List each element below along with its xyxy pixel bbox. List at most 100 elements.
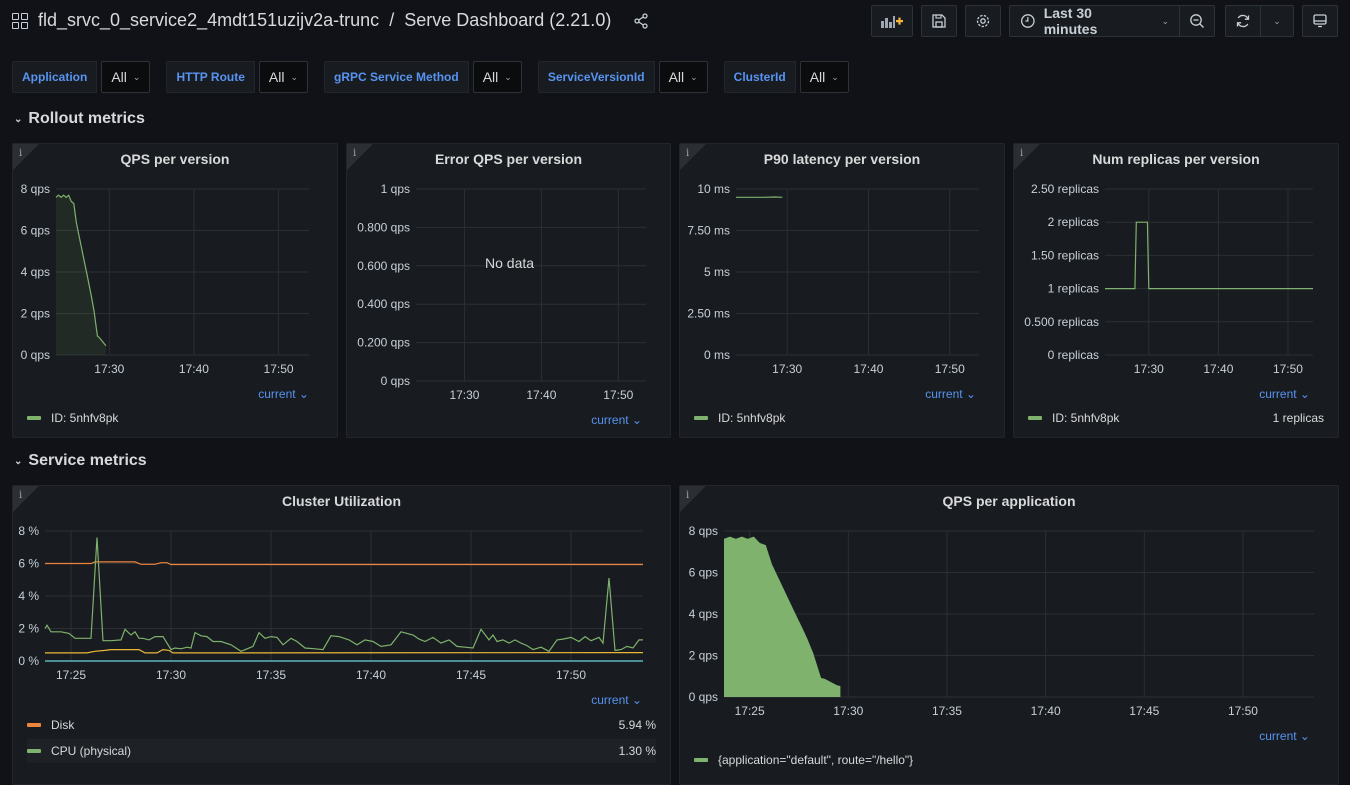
y-tick-label: 8 qps xyxy=(21,182,50,196)
legend-label: ID: 5nhfv8pk xyxy=(718,411,785,425)
row-title: Service metrics xyxy=(28,452,146,470)
legend-swatch xyxy=(27,749,41,753)
legend-value: 5.94 % xyxy=(619,718,656,732)
y-tick-label: 4 % xyxy=(18,589,39,603)
y-tick-label: 0 ms xyxy=(704,348,730,362)
x-tick-label: 17:25 xyxy=(735,704,765,718)
chevron-down-icon: ⌄ xyxy=(133,72,141,83)
panel-error-qps-per-version: iError QPS per version0 qps0.200 qps0.40… xyxy=(346,143,671,438)
settings-icon xyxy=(975,13,991,29)
y-tick-label: 0 qps xyxy=(689,690,718,704)
y-tick-label: 6 % xyxy=(18,557,39,571)
panel-num-replicas-per-version: iNum replicas per version0 replicas0.500… xyxy=(1013,143,1339,438)
filter-value: All xyxy=(669,69,685,85)
legend-swatch xyxy=(27,416,41,420)
filter-select[interactable]: All⌄ xyxy=(800,61,849,93)
filter-select[interactable]: All ⌄ xyxy=(101,61,150,93)
legend-sort-toggle[interactable]: current ⌄ xyxy=(1259,729,1310,743)
dashboard-title[interactable]: Serve Dashboard (2.21.0) xyxy=(404,10,611,31)
filter-http-route: HTTP Route All⌄ xyxy=(166,61,308,93)
y-tick-label: 7.50 ms xyxy=(687,224,730,238)
breadcrumb: fld_srvc_0_service2_4mdt151uzijv2a-trunc… xyxy=(12,10,649,31)
filter-label: ServiceVersionId xyxy=(538,61,655,93)
filter-value: All xyxy=(269,69,285,85)
chevron-down-icon: ⌄ xyxy=(1273,16,1281,27)
x-tick-label: 17:35 xyxy=(256,668,286,682)
legend-item[interactable]: CPU (physical)1.30 % xyxy=(27,739,656,763)
y-tick-label: 2 qps xyxy=(689,649,718,663)
y-tick-label: 2.50 replicas xyxy=(1031,182,1099,196)
refresh-button[interactable] xyxy=(1225,5,1261,37)
row-rollout-metrics[interactable]: ⌄ Rollout metrics xyxy=(14,110,145,128)
y-tick-label: 10 ms xyxy=(697,182,730,196)
x-tick-label: 17:30 xyxy=(1134,362,1164,376)
zoom-out-button[interactable] xyxy=(1179,5,1215,37)
y-tick-label: 4 qps xyxy=(689,607,718,621)
x-tick-label: 17:25 xyxy=(56,668,86,682)
chart-svg: 0 qps2 qps4 qps6 qps8 qps17:2517:3017:35… xyxy=(680,486,1339,785)
x-tick-label: 17:40 xyxy=(1203,362,1233,376)
legend-sort-toggle[interactable]: current ⌄ xyxy=(925,387,976,401)
x-tick-label: 17:30 xyxy=(94,362,124,376)
add-panel-icon xyxy=(880,13,904,29)
x-tick-label: 17:50 xyxy=(556,668,586,682)
legend-item[interactable]: ID: 5nhfv8pk xyxy=(27,406,323,430)
series-line xyxy=(45,538,643,652)
filter-label: gRPC Service Method xyxy=(324,61,469,93)
settings-button[interactable] xyxy=(965,5,1001,37)
folder-link[interactable]: fld_srvc_0_service2_4mdt151uzijv2a-trunc xyxy=(38,10,379,31)
time-range-picker[interactable]: Last 30 minutes ⌄ xyxy=(1009,5,1180,37)
refresh-interval-dropdown[interactable]: ⌄ xyxy=(1260,5,1294,37)
tv-mode-button[interactable] xyxy=(1302,5,1338,37)
legend-sort-toggle[interactable]: current ⌄ xyxy=(591,413,642,427)
x-tick-label: 17:40 xyxy=(179,362,209,376)
row-service-metrics[interactable]: ⌄ Service metrics xyxy=(14,452,147,470)
legend-swatch xyxy=(27,723,41,727)
x-tick-label: 17:50 xyxy=(1273,362,1303,376)
share-icon[interactable] xyxy=(633,13,649,29)
chevron-down-icon: ⌄ xyxy=(14,114,22,125)
x-tick-label: 17:50 xyxy=(603,388,633,402)
legend-swatch xyxy=(694,416,708,420)
filter-select[interactable]: All ⌄ xyxy=(473,61,522,93)
y-tick-label: 0.500 replicas xyxy=(1024,315,1099,329)
breadcrumb-separator: / xyxy=(389,10,394,31)
y-tick-label: 0.400 qps xyxy=(357,297,410,311)
legend-swatch xyxy=(1028,416,1042,420)
legend-item[interactable]: Disk5.94 % xyxy=(27,713,656,737)
legend-label: CPU (physical) xyxy=(51,744,131,758)
y-tick-label: 6 qps xyxy=(689,566,718,580)
y-tick-label: 2 qps xyxy=(21,307,50,321)
filter-select[interactable]: All⌄ xyxy=(259,61,308,93)
add-panel-button[interactable] xyxy=(871,5,913,37)
chevron-down-icon: ⌄ xyxy=(504,72,512,83)
legend-sort-toggle[interactable]: current ⌄ xyxy=(591,693,642,707)
legend-item[interactable]: ID: 5nhfv8pk xyxy=(694,406,990,430)
top-bar: fld_srvc_0_service2_4mdt151uzijv2a-trunc… xyxy=(0,0,1350,44)
no-data-message: No data xyxy=(485,255,534,271)
x-tick-label: 17:45 xyxy=(456,668,486,682)
grid-icon[interactable] xyxy=(12,13,28,29)
variable-filters: Application All ⌄ HTTP Route All⌄ gRPC Se… xyxy=(12,61,865,93)
filter-value: All xyxy=(111,69,127,85)
legend-item[interactable]: ID: 5nhfv8pk1 replicas xyxy=(1028,406,1324,430)
filter-select[interactable]: All⌄ xyxy=(659,61,708,93)
filter-value: All xyxy=(483,69,499,85)
y-tick-label: 0.800 qps xyxy=(357,220,410,234)
time-range-label: Last 30 minutes xyxy=(1044,5,1148,37)
save-icon xyxy=(931,13,947,29)
panel-qps-per-application: iQPS per application0 qps2 qps4 qps6 qps… xyxy=(679,485,1339,785)
legend-sort-toggle[interactable]: current ⌄ xyxy=(258,387,309,401)
legend-item[interactable]: {application="default", route="/hello"} xyxy=(694,748,1324,772)
legend-value: 1 replicas xyxy=(1273,411,1324,425)
legend-swatch xyxy=(694,758,708,762)
series-area xyxy=(724,537,840,697)
filter-label: Application xyxy=(12,61,97,93)
x-tick-label: 17:40 xyxy=(526,388,556,402)
y-tick-label: 0 % xyxy=(18,654,39,668)
y-tick-label: 8 qps xyxy=(689,524,718,538)
y-tick-label: 8 % xyxy=(18,524,39,538)
legend-sort-toggle[interactable]: current ⌄ xyxy=(1259,387,1310,401)
zoom-out-icon xyxy=(1189,13,1205,29)
save-button[interactable] xyxy=(921,5,957,37)
